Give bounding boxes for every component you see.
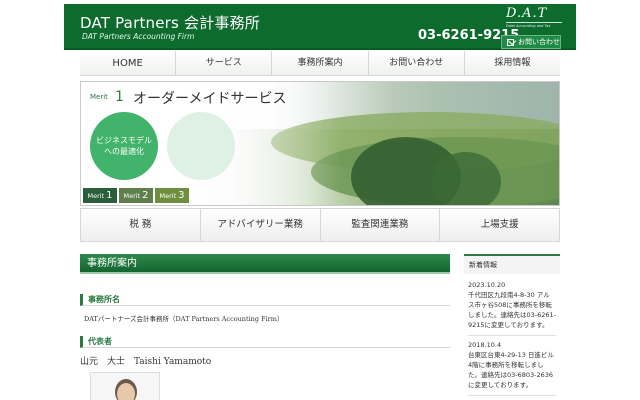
news-list: 2023.10.20 千代田区九段南4-8-30 アルス市ヶ谷508に事務所を移… [464,274,560,396]
firm-name: DATパートナーズ会計事務所（DAT Partners Accounting F… [84,315,284,323]
hero-slider[interactable]: Merit 1 オーダーメイドサービス ビジネスモデル への最適化 Merit … [80,81,560,206]
contact-button-label: お問い合わせ [518,38,560,46]
site-title[interactable]: DAT Partners 会計事務所 [80,12,260,33]
rep-name: 山元 大士 Taishi Yamamoto [80,357,212,367]
news-date: 2023.10.20 [468,281,506,289]
logo-tagline: Daiei Accounting and Tax [506,24,551,28]
service-band: 税 務 アドバイザリー業務 監査関連業務 上場支援 [80,208,560,242]
service-advisory[interactable]: アドバイザリー業務 [201,209,321,241]
merit-title: オーダーメイドサービス [133,91,287,107]
rep-photo-face [117,383,135,400]
slider-tab-2[interactable]: Merit 2 [119,188,153,203]
contact-button[interactable]: お問い合わせ [501,35,561,49]
rep-photo [90,372,160,400]
slider-tab-1[interactable]: Merit 1 [83,188,117,203]
merit-label: Merit [90,93,108,101]
nav-item-contact[interactable]: お問い合わせ [369,51,465,75]
merit-circle: ビジネスモデル への最適化 [90,112,158,180]
slider-tab-3[interactable]: Merit 3 [155,188,189,203]
nav-item-home[interactable]: HOME [80,51,177,75]
site-header: DAT Partners 会計事務所 DAT Partners Accounti… [64,4,576,50]
merit-circle-line1: ビジネスモデル [96,136,152,145]
logo-divider [506,22,562,23]
news-date: 2018.10.4 [468,341,502,349]
news-sidebar: 新着情報 2023.10.20 千代田区九段南4-8-30 アルス市ヶ谷508に… [464,254,560,400]
slider-tab-number: 1 [106,190,113,201]
logo-mark: D.A.T [506,6,548,21]
nav-item-services[interactable]: サービス [176,51,273,75]
slider-tabs: Merit 1 Merit 2 Merit 3 [83,188,189,203]
slider-tab-number: 2 [142,190,149,201]
merit-circle-faded [167,112,235,180]
page-heading: 事務所案内 [80,254,450,274]
site-subtitle: DAT Partners Accounting Firm [82,32,195,41]
nav-item-office[interactable]: 事務所案内 [272,51,369,75]
dat-logo[interactable]: D.A.T Daiei Accounting and Tax [502,6,566,30]
service-audit[interactable]: 監査関連業務 [321,209,441,241]
rep-section-title: 代表者 [80,336,450,348]
slider-tab-label: Merit [123,191,141,200]
mail-icon [507,38,514,46]
main-nav: HOME サービス 事務所案内 お問い合わせ 採用情報 [80,51,560,76]
slider-tab-label: Merit [159,191,177,200]
news-body[interactable]: 千代田区九段南4-8-30 アルス市ヶ谷508に事務所を移転しました。連絡先は0… [468,290,556,336]
hero-tree [431,152,501,205]
news-body[interactable]: 台東区台東4-29-13 日進ビル4階に事務所を移転しました。連絡先は03-68… [468,350,556,396]
slider-tab-label: Merit [87,191,105,200]
nav-item-recruit[interactable]: 採用情報 [465,51,560,75]
news-heading: 新着情報 [464,254,560,274]
service-ipo[interactable]: 上場支援 [440,209,559,241]
merit-number: 1 [115,89,124,105]
service-tax[interactable]: 税 務 [81,209,201,241]
firm-section-title: 事務所名 [80,294,450,306]
slider-tab-number: 3 [178,190,185,201]
merit-circle-line2: への最適化 [104,147,144,156]
